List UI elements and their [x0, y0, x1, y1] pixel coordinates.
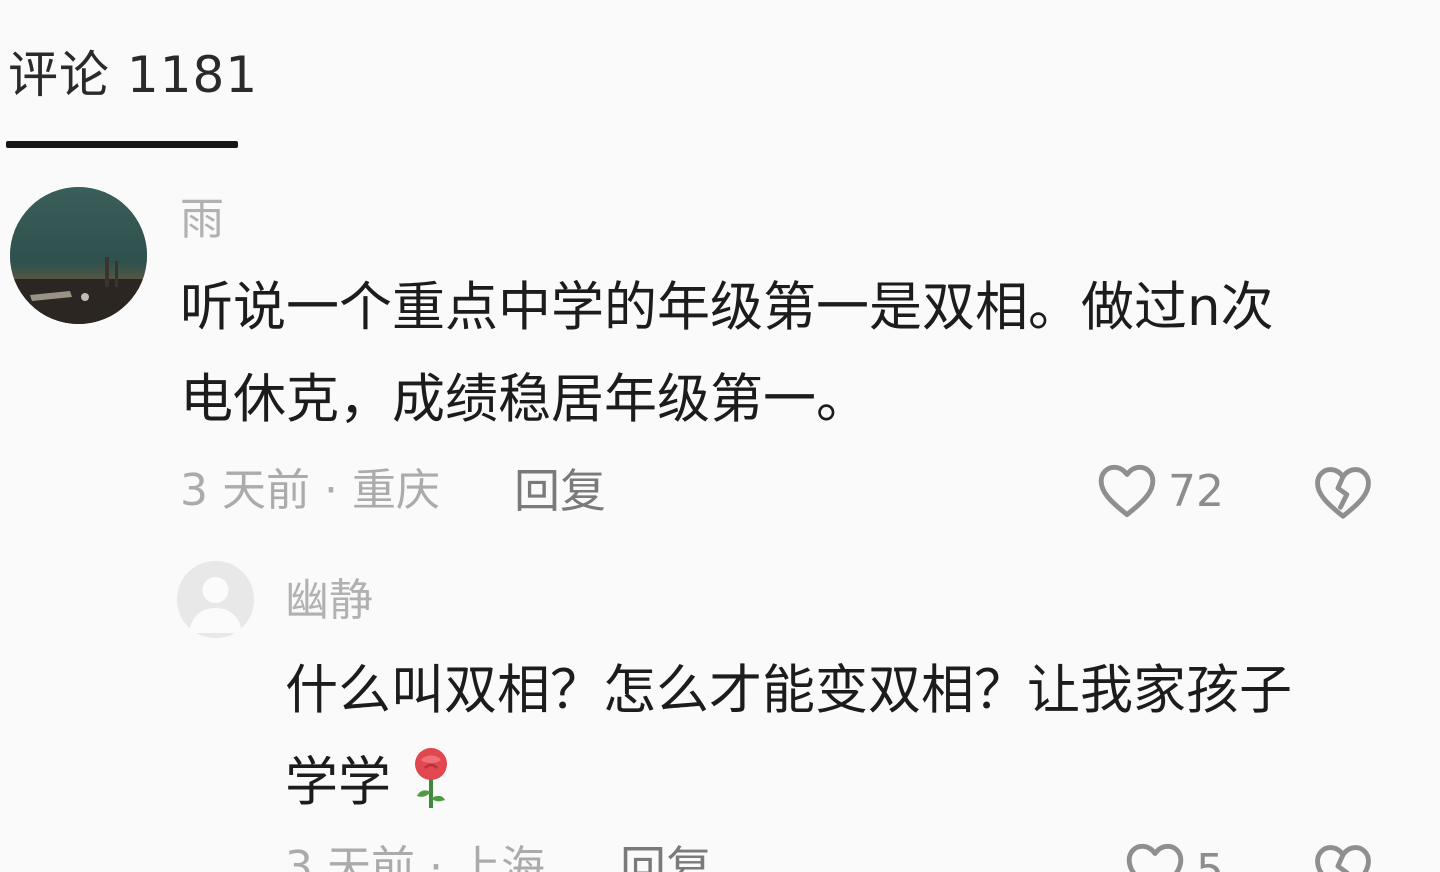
comment-username[interactable]: 雨 [180, 190, 224, 250]
reply-button[interactable]: 回复 [620, 838, 712, 872]
broken-heart-icon[interactable] [1312, 842, 1374, 872]
like-count: 5 [1196, 845, 1224, 872]
broken-heart-icon[interactable] [1312, 464, 1374, 524]
heart-outline-icon[interactable] [1096, 461, 1158, 523]
comments-tab-title[interactable]: 评论 1181 [8, 40, 258, 110]
comments-page: 评论 1181 雨 听说一个重点中学的年级第一是双相。做过n次 电休克，成绩稳居… [0, 0, 1440, 872]
reply-body: 什么叫双相？怎么才能变双相？让我家孩子 学学 [285, 645, 1292, 829]
reply-line: 学学 [285, 737, 1292, 829]
reply-meta: 3 天前 · 上海 [285, 842, 545, 872]
avatar[interactable] [177, 561, 254, 638]
comment-line: 电休克，成绩稳居年级第一。 [180, 369, 869, 430]
rose-emoji-icon [411, 747, 451, 839]
like-button[interactable]: 5 [1124, 840, 1224, 872]
active-tab-underline [6, 141, 238, 148]
comment-body: 听说一个重点中学的年级第一是双相。做过n次 电休克，成绩稳居年级第一。 [180, 262, 1274, 446]
like-count: 72 [1168, 466, 1224, 517]
comment-meta: 3 天前 · 重庆 [180, 465, 440, 516]
heart-outline-icon[interactable] [1124, 840, 1186, 872]
like-button[interactable]: 72 [1096, 461, 1224, 523]
reply-line: 什么叫双相？怎么才能变双相？让我家孩子 [285, 660, 1292, 721]
comment-line: 听说一个重点中学的年级第一是双相。做过n次 [180, 277, 1274, 338]
reply-username[interactable]: 幽静 [285, 571, 373, 631]
reply-button[interactable]: 回复 [514, 461, 606, 521]
avatar[interactable] [10, 187, 147, 324]
